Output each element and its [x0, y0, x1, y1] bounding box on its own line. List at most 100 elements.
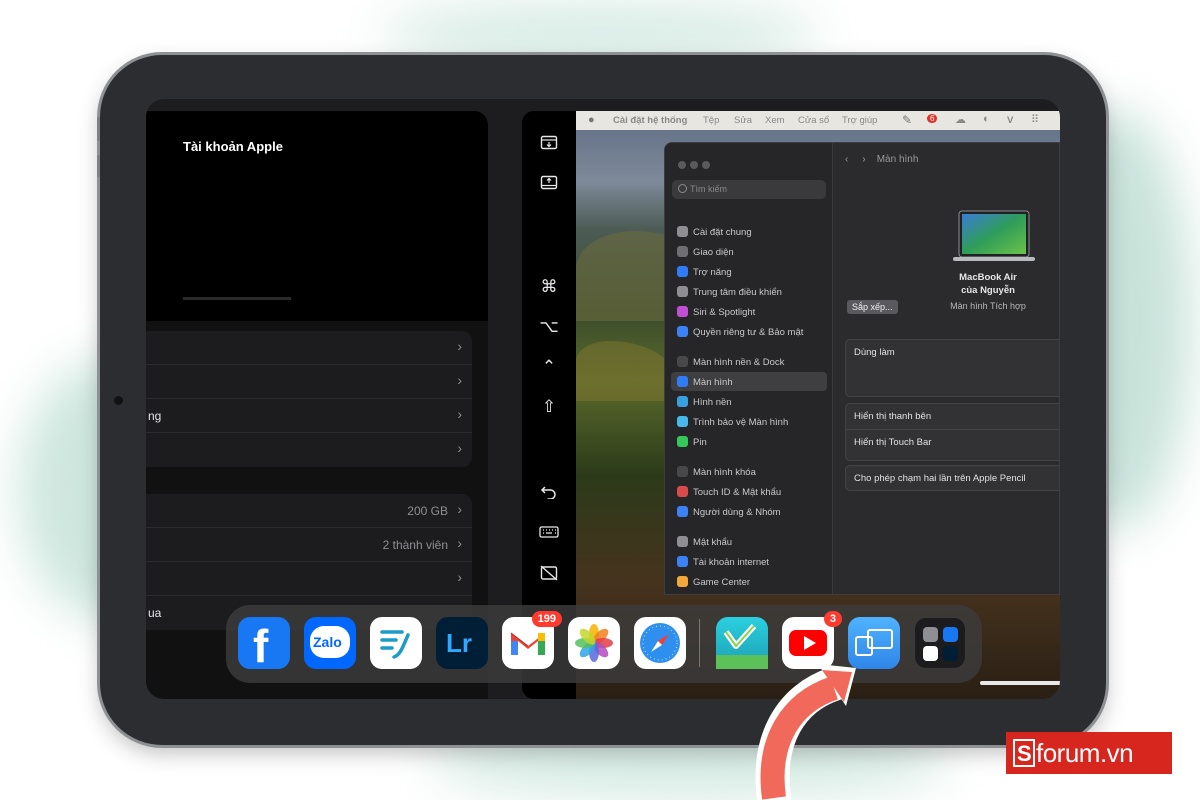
forward-icon[interactable]: ›: [862, 154, 865, 165]
settings-sidebar-label: Trợ năng: [693, 267, 732, 278]
window-controls[interactable]: [678, 156, 714, 174]
gmail-app-icon[interactable]: 199: [502, 611, 562, 669]
pencil-double-tap-row[interactable]: Cho phép chạm hai lần trên Apple Pencil: [846, 466, 1059, 491]
sync-icon[interactable]: ◐: [983, 113, 990, 125]
menu-view[interactable]: Xem: [765, 115, 785, 126]
settings-sidebar: Tìm kiếm Cài đặt chung Giao diện Trợ năng T…: [665, 143, 833, 594]
settings-sidebar-label: Màn hình nền & Dock: [693, 357, 785, 368]
storage-value: 200 GB: [407, 504, 448, 518]
photos-app-icon[interactable]: [568, 617, 620, 669]
notes-app-icon[interactable]: [370, 617, 422, 669]
vpn-icon[interactable]: V: [1007, 115, 1013, 126]
display-name: MacBook Air của Nguyễn: [959, 272, 1017, 296]
menu-app[interactable]: Cài đặt hệ thống: [613, 115, 687, 126]
facebook-app-icon[interactable]: f: [238, 617, 290, 672]
settings-category-icon: [677, 226, 688, 237]
settings-row[interactable]: ng ›: [146, 399, 472, 433]
settings-row-label: ua: [148, 606, 162, 620]
top-button: [97, 117, 100, 141]
control-icon[interactable]: ⌃: [522, 357, 576, 377]
watermark-logo: S forum.vn: [1006, 732, 1172, 774]
settings-sidebar-item[interactable]: Mật khẩu: [671, 532, 827, 551]
settings-sidebar-item[interactable]: Game Center: [671, 572, 827, 591]
shift-icon[interactable]: ⇧: [522, 397, 576, 417]
settings-sidebar-item[interactable]: Tài khoản internet: [671, 552, 827, 571]
menu-window[interactable]: Cửa sổ: [798, 115, 829, 126]
option-icon[interactable]: ⌥: [522, 317, 576, 337]
arrange-button[interactable]: Sắp xếp...: [847, 300, 898, 314]
menu-edit[interactable]: Sửa: [734, 115, 752, 126]
settings-category-icon: [677, 436, 688, 447]
settings-category-icon: [677, 396, 688, 407]
settings-sidebar-label: Người dùng & Nhóm: [693, 507, 781, 518]
settings-sidebar-label: Game Center: [693, 577, 751, 588]
chevron-right-icon: ›: [457, 406, 462, 422]
settings-sidebar-item[interactable]: Người dùng & Nhóm: [671, 502, 827, 521]
settings-sidebar-item[interactable]: Màn hình: [671, 372, 827, 391]
settings-sidebar-item[interactable]: Pin: [671, 432, 827, 451]
undo-icon[interactable]: [522, 483, 576, 499]
disconnect-icon[interactable]: [522, 565, 576, 581]
nav-header: ‹ › Màn hình: [845, 154, 918, 165]
settings-sidebar-item[interactable]: Màn hình nền & Dock: [671, 352, 827, 371]
settings-category-icon: [677, 326, 688, 337]
dock-separator: [699, 619, 700, 667]
menu-help[interactable]: Trợ giúp: [842, 115, 877, 126]
settings-row[interactable]: ›: [146, 433, 472, 467]
settings-row[interactable]: ›: [146, 562, 472, 596]
settings-sidebar-item[interactable]: Siri & Spotlight: [671, 302, 827, 321]
settings-row-label: ng: [148, 409, 162, 423]
chevron-right-icon: ›: [457, 372, 462, 388]
show-dock-icon[interactable]: [522, 175, 576, 191]
icloud-storage-row[interactable]: 200 GB ›: [146, 494, 472, 528]
settings-row[interactable]: ›: [146, 331, 472, 365]
app-folder-icon[interactable]: [914, 617, 966, 669]
lightroom-app-icon[interactable]: Lr: [436, 617, 488, 669]
settings-sidebar-label: Giao diện: [693, 247, 734, 258]
settings-row[interactable]: ›: [146, 365, 472, 399]
sidebar-touchbar-card: Hiển thị thanh bên Hiển thị Touch Bar: [845, 403, 1059, 461]
family-row[interactable]: 2 thành viên ›: [146, 528, 472, 562]
settings-sidebar-label: Tài khoản internet: [693, 557, 770, 568]
settings-category-icon: [677, 576, 688, 587]
settings-sidebar-item[interactable]: Trợ năng: [671, 262, 827, 281]
show-sidebar-row[interactable]: Hiển thị thanh bên: [846, 404, 1059, 430]
apple-logo-icon[interactable]: ●: [588, 114, 595, 126]
pencil-card: Cho phép chạm hai lần trên Apple Pencil: [845, 465, 1059, 491]
search-input[interactable]: Tìm kiếm: [672, 180, 826, 199]
settings-sidebar-label: Hình nền: [693, 397, 732, 408]
chevron-right-icon: ›: [457, 440, 462, 456]
settings-sidebar-item[interactable]: Quyền riêng tư & Bảo mật: [671, 322, 827, 341]
settings-sidebar-label: Touch ID & Mật khẩu: [693, 487, 782, 498]
pane-title: Màn hình: [876, 154, 919, 165]
keyboard-icon[interactable]: [522, 525, 576, 539]
zalo-app-icon[interactable]: Zalo: [304, 617, 356, 669]
settings-sidebar-item[interactable]: Giao diện: [671, 242, 827, 261]
settings-sidebar-label: Siri & Spotlight: [693, 307, 756, 318]
settings-category-icon: [677, 246, 688, 257]
pen-icon[interactable]: ✎: [902, 113, 912, 127]
volume-button: [97, 155, 100, 177]
settings-sidebar-item[interactable]: Trung tâm điều khiển: [671, 282, 827, 301]
settings-sidebar-item[interactable]: Touch ID & Mật khẩu: [671, 482, 827, 501]
grid-icon[interactable]: ⠿: [1031, 113, 1039, 126]
safari-app-icon[interactable]: [634, 617, 686, 669]
chevron-right-icon: ›: [457, 338, 462, 354]
settings-sidebar-item[interactable]: Trình bảo vệ Màn hình: [671, 412, 827, 431]
show-touchbar-row[interactable]: Hiển thị Touch Bar: [846, 430, 1059, 455]
settings-sidebar-item[interactable]: Màn hình khóa: [671, 462, 827, 481]
settings-category-icon: [677, 556, 688, 567]
settings-sidebar-item[interactable]: Cài đặt chung: [671, 222, 827, 241]
menu-file[interactable]: Tệp: [703, 115, 719, 126]
status-badge: 6: [927, 114, 938, 123]
settings-category-icon: [677, 536, 688, 547]
command-icon[interactable]: ⌘: [522, 277, 576, 297]
cloud-icon[interactable]: ☁: [955, 113, 966, 126]
settings-sidebar-item[interactable]: Hình nền: [671, 392, 827, 411]
youtube-badge: 3: [823, 611, 842, 627]
watermark-text: forum.vn: [1036, 738, 1134, 768]
use-as-card: Dùng làm: [845, 339, 1059, 397]
back-icon[interactable]: ‹: [845, 154, 848, 165]
show-menubar-icon[interactable]: [522, 135, 576, 151]
settings-sidebar-label: Màn hình: [693, 377, 733, 388]
